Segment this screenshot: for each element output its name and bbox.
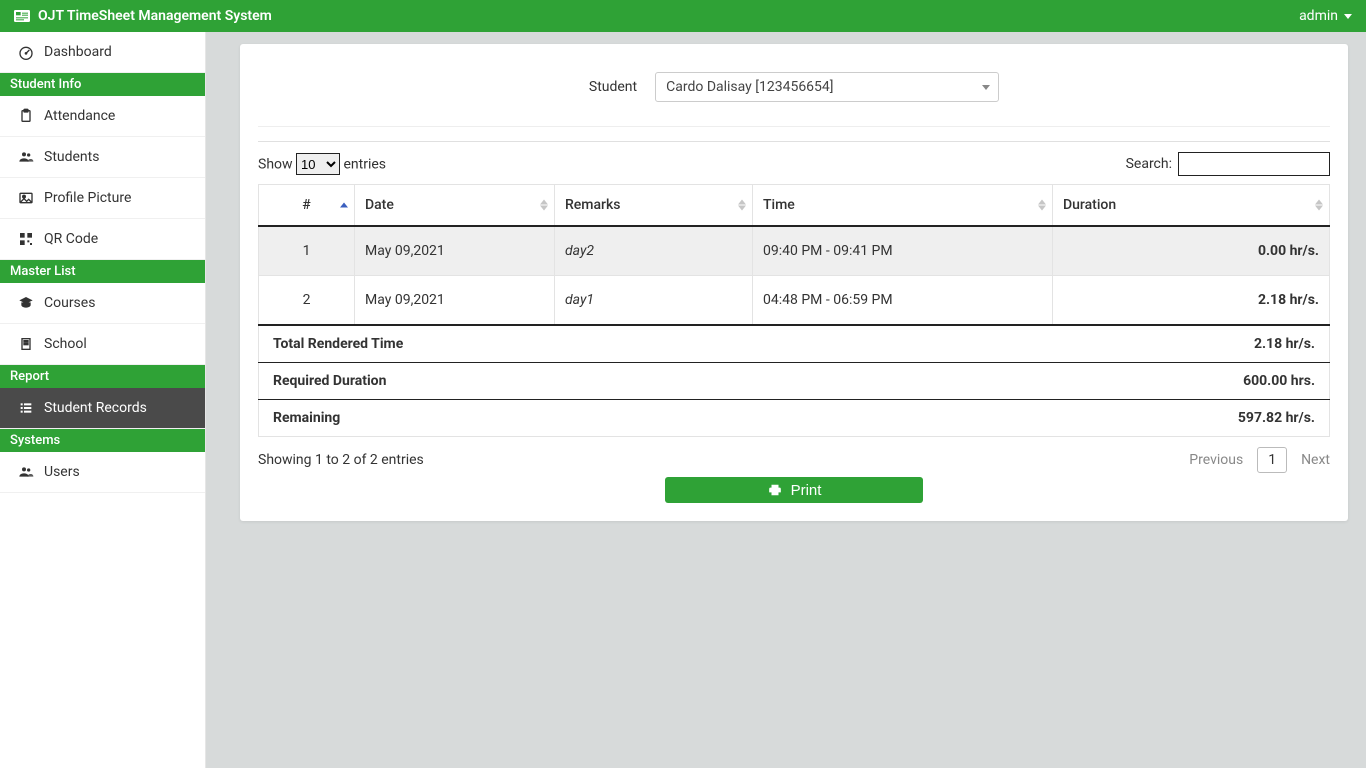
pager-page-1[interactable]: 1	[1257, 447, 1287, 473]
pager-next[interactable]: Next	[1301, 452, 1330, 468]
clipboard-icon	[18, 108, 34, 124]
sidebar-item-profile-picture[interactable]: Profile Picture	[0, 178, 205, 219]
id-card-icon	[14, 8, 30, 24]
sidebar-label: Users	[44, 464, 80, 480]
search-label: Search:	[1126, 156, 1172, 172]
building-icon	[18, 336, 34, 352]
summary-row: Remaining597.82 hr/s.	[259, 400, 1330, 437]
sidebar-header-student-info: Student Info	[0, 73, 205, 96]
length-control: Show 102550100 entries	[258, 153, 386, 175]
sort-icon	[1315, 200, 1323, 211]
table-header-row: # Date Remarks Time Duration	[259, 185, 1330, 227]
user-menu[interactable]: admin	[1299, 8, 1352, 24]
divider	[258, 141, 1330, 142]
sort-icon	[540, 200, 548, 211]
dashboard-icon	[18, 44, 34, 60]
print-row: Print	[258, 477, 1330, 503]
print-label: Print	[791, 482, 822, 499]
sidebar-item-attendance[interactable]: Attendance	[0, 96, 205, 137]
cell-date: May 09,2021	[355, 226, 555, 276]
cell-duration: 2.18 hr/s.	[1053, 276, 1330, 326]
content-area: Student Cardo Dalisay [123456654] Show 1…	[206, 32, 1366, 768]
sidebar-header-systems: Systems	[0, 429, 205, 452]
summary-label: Total Rendered Time	[259, 325, 1053, 363]
student-select-value: Cardo Dalisay [123456654]	[666, 79, 833, 95]
search-control: Search:	[1126, 152, 1330, 176]
sidebar-item-users[interactable]: Users	[0, 452, 205, 493]
pager-prev[interactable]: Previous	[1189, 452, 1243, 468]
sort-icon	[1038, 200, 1046, 211]
sidebar-item-student-records[interactable]: Student Records	[0, 388, 205, 429]
cell-time: 04:48 PM - 06:59 PM	[753, 276, 1053, 326]
sidebar-header-report: Report	[0, 365, 205, 388]
sidebar-header-master-list: Master List	[0, 260, 205, 283]
col-date[interactable]: Date	[355, 185, 555, 227]
chevron-down-icon	[974, 73, 998, 101]
student-filter-row: Student Cardo Dalisay [123456654]	[258, 62, 1330, 127]
length-select[interactable]: 102550100	[296, 153, 340, 175]
summary-label: Remaining	[259, 400, 1053, 437]
sidebar-label: Dashboard	[44, 44, 112, 60]
cell-date: May 09,2021	[355, 276, 555, 326]
student-label: Student	[589, 79, 637, 95]
datatable-info: Showing 1 to 2 of 2 entries	[258, 452, 424, 468]
length-suffix: entries	[344, 157, 387, 173]
sidebar-item-courses[interactable]: Courses	[0, 283, 205, 324]
sidebar-label: Courses	[44, 295, 95, 311]
table-row: 1May 09,2021day209:40 PM - 09:41 PM0.00 …	[259, 226, 1330, 276]
sidebar-label: Profile Picture	[44, 190, 131, 206]
summary-value: 597.82 hr/s.	[1053, 400, 1330, 437]
sidebar-item-dashboard[interactable]: Dashboard	[0, 32, 205, 73]
cell-remarks: day1	[555, 276, 753, 326]
summary-value: 600.00 hrs.	[1053, 363, 1330, 400]
col-time[interactable]: Time	[753, 185, 1053, 227]
user-name: admin	[1299, 8, 1338, 24]
col-duration[interactable]: Duration	[1053, 185, 1330, 227]
student-select[interactable]: Cardo Dalisay [123456654]	[655, 72, 999, 102]
datatable-controls: Show 102550100 entries Search:	[258, 152, 1330, 176]
graduation-icon	[18, 295, 34, 311]
image-icon	[18, 190, 34, 206]
sidebar: Dashboard Student Info Attendance Studen…	[0, 32, 206, 768]
pagination: Previous 1 Next	[1189, 447, 1330, 473]
brand-text: OJT TimeSheet Management System	[38, 8, 272, 24]
cell-num: 2	[259, 276, 355, 326]
col-num[interactable]: #	[259, 185, 355, 227]
datatable-bottom: Showing 1 to 2 of 2 entries Previous 1 N…	[258, 447, 1330, 473]
sort-icon	[340, 203, 348, 208]
qrcode-icon	[18, 231, 34, 247]
records-table: # Date Remarks Time Duration 1May 09,202…	[258, 184, 1330, 437]
sidebar-item-school[interactable]: School	[0, 324, 205, 365]
brand: OJT TimeSheet Management System	[14, 8, 272, 24]
sidebar-item-students[interactable]: Students	[0, 137, 205, 178]
summary-value: 2.18 hr/s.	[1053, 325, 1330, 363]
cell-time: 09:40 PM - 09:41 PM	[753, 226, 1053, 276]
summary-row: Total Rendered Time2.18 hr/s.	[259, 325, 1330, 363]
chevron-down-icon	[1344, 14, 1352, 19]
cell-remarks: day2	[555, 226, 753, 276]
summary-label: Required Duration	[259, 363, 1053, 400]
search-input[interactable]	[1178, 152, 1330, 176]
printer-icon	[767, 483, 783, 497]
sidebar-label: School	[44, 336, 87, 352]
sidebar-label: Student Records	[44, 400, 147, 416]
sidebar-label: Attendance	[44, 108, 115, 124]
records-card: Student Cardo Dalisay [123456654] Show 1…	[240, 44, 1348, 521]
length-prefix: Show	[258, 157, 293, 173]
table-row: 2May 09,2021day104:48 PM - 06:59 PM2.18 …	[259, 276, 1330, 326]
sidebar-item-qr-code[interactable]: QR Code	[0, 219, 205, 260]
col-remarks[interactable]: Remarks	[555, 185, 753, 227]
users-icon	[18, 149, 34, 165]
sidebar-label: Students	[44, 149, 99, 165]
print-button[interactable]: Print	[665, 477, 923, 503]
top-navbar: OJT TimeSheet Management System admin	[0, 0, 1366, 32]
sidebar-label: QR Code	[44, 231, 98, 247]
cell-num: 1	[259, 226, 355, 276]
list-icon	[18, 400, 34, 416]
summary-row: Required Duration600.00 hrs.	[259, 363, 1330, 400]
users-icon	[18, 464, 34, 480]
cell-duration: 0.00 hr/s.	[1053, 226, 1330, 276]
sort-icon	[738, 200, 746, 211]
